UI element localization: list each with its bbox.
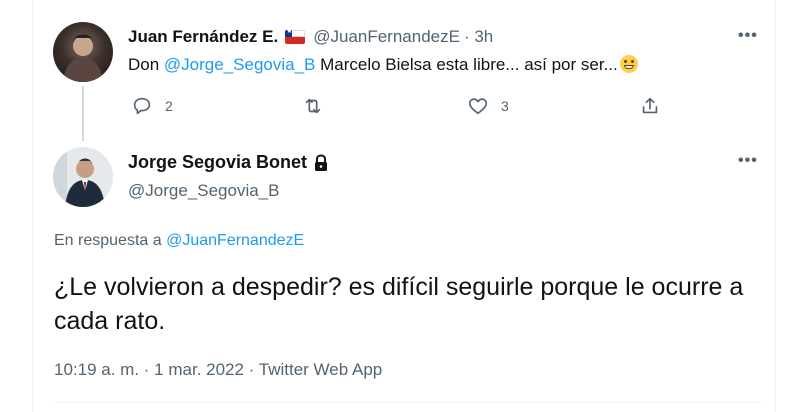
avatar-juan[interactable] xyxy=(53,22,113,82)
tweet1-text-prefix: Don xyxy=(128,55,164,74)
heart-icon xyxy=(468,98,488,115)
tweet2-author-name-row: Jorge Segovia Bonet xyxy=(128,152,329,173)
tweet2-time[interactable]: 10:19 a. m. xyxy=(54,360,139,379)
reply-context: En respuesta a @JuanFernandezE xyxy=(54,232,304,250)
avatar-juan-image xyxy=(63,34,103,82)
tweet2-source[interactable]: Twitter Web App xyxy=(259,360,382,379)
reply-count: 2 xyxy=(165,98,173,114)
lock-icon xyxy=(313,153,329,172)
grinning-face-icon xyxy=(619,55,638,73)
tweet2-date[interactable]: 1 mar. 2022 xyxy=(154,360,244,379)
frame-left-border xyxy=(32,0,33,412)
reply-icon xyxy=(133,97,151,115)
tweet2-more-icon[interactable]: ••• xyxy=(738,152,758,170)
tweet1-handle[interactable]: @JuanFernandezE xyxy=(313,27,460,47)
share-icon xyxy=(642,97,658,114)
reply-prefix: En respuesta a xyxy=(54,232,167,249)
divider xyxy=(54,402,762,403)
tweet2-author-name[interactable]: Jorge Segovia Bonet xyxy=(128,152,307,173)
tweet1-text-suffix: Marcelo Bielsa esta libre... así por ser… xyxy=(315,55,618,74)
retweet-icon xyxy=(305,98,321,114)
like-button[interactable]: 3 xyxy=(467,95,509,117)
avatar-jorge-image xyxy=(53,147,113,207)
tweet2-text: ¿Le volvieron a despedir? es difícil seg… xyxy=(54,273,744,335)
reply-to-mention-link[interactable]: @JuanFernandezE xyxy=(166,232,304,249)
retweet-button[interactable] xyxy=(302,95,336,117)
frame-right-border xyxy=(775,0,776,412)
tweet1-more-icon[interactable]: ••• xyxy=(738,27,758,45)
share-button[interactable] xyxy=(639,95,661,117)
meta-separator-1: · xyxy=(139,360,155,379)
avatar-jorge[interactable] xyxy=(53,147,113,207)
reply-button[interactable]: 2 xyxy=(131,95,173,117)
tweet1-text: Don @Jorge_Segovia_B Marcelo Bielsa esta… xyxy=(128,55,638,75)
tweet1-mention-link[interactable]: @Jorge_Segovia_B xyxy=(164,55,315,74)
thread-connector-line xyxy=(82,86,84,141)
tweet1-header: Juan Fernández E. ★ @JuanFernandezE · 3h xyxy=(128,27,493,47)
tweet2-handle[interactable]: @Jorge_Segovia_B xyxy=(128,181,279,201)
tweet1-time[interactable]: · 3h xyxy=(464,27,493,47)
tweet1-author-name[interactable]: Juan Fernández E. xyxy=(128,27,278,47)
meta-separator-2: · xyxy=(243,360,259,379)
tweet2-meta: 10:19 a. m. · 1 mar. 2022 · Twitter Web … xyxy=(54,360,382,380)
like-count: 3 xyxy=(501,98,509,114)
chile-flag-icon: ★ xyxy=(285,30,306,44)
